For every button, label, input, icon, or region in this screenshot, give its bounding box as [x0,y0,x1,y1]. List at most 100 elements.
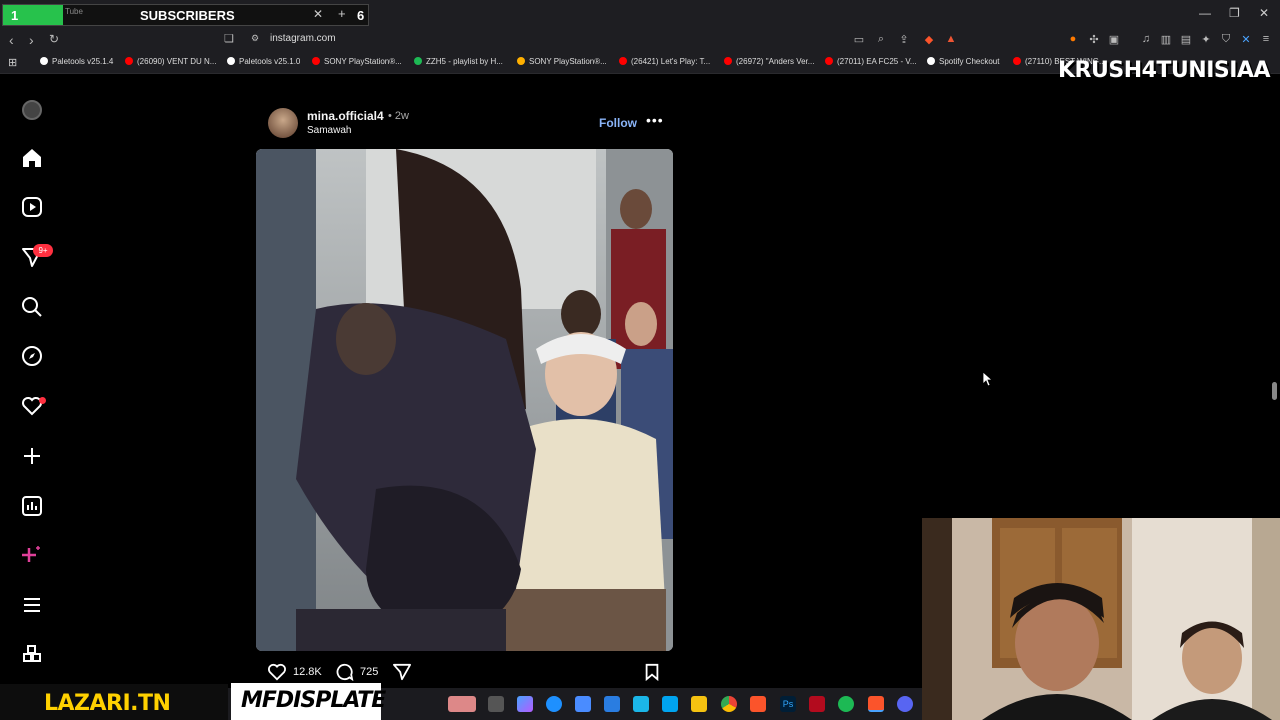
task-view-icon[interactable] [488,696,504,712]
bookmark-item[interactable]: SONY PlayStation®... [517,57,607,66]
bookmark-favicon-icon [227,57,235,65]
close-window-icon[interactable]: ✕ [1259,6,1269,20]
reels-icon[interactable] [20,196,44,220]
also-from-meta-icon[interactable] [20,644,44,668]
messages-badge: 9+ [33,244,53,257]
post-options-button[interactable]: ••• [646,112,664,128]
media-icon[interactable]: ♫ [1139,33,1153,47]
channel-brand-overlay: KRUSH4TUNISIAA [1058,58,1270,83]
bookmark-item[interactable]: (27011) EA FC25 - V... [825,57,917,66]
bookmark-favicon-icon [724,57,732,65]
dashboard-icon[interactable] [20,495,44,519]
extension-icon[interactable]: ● [1066,33,1080,47]
bookmark-label: (26090) VENT DU N... [137,57,217,66]
post-image[interactable] [256,149,673,651]
cast-icon[interactable]: ▭ [852,33,866,47]
explore-icon[interactable] [20,345,44,369]
webcam-overlay [922,518,1280,720]
faded-tab-label: Tube [65,7,83,16]
chrome-icon[interactable] [721,696,737,712]
forward-icon[interactable]: › [29,32,34,48]
adobe-icon[interactable] [809,696,825,712]
menu-icon[interactable]: ≡ [1259,33,1273,47]
tab-close-icon[interactable]: ✕ [313,7,323,21]
vpn-icon[interactable]: ⛉ [1219,33,1233,47]
tab-search-icon[interactable]: ▣ [1107,33,1121,47]
bookmark-label: SONY PlayStation®... [324,57,402,66]
taskbar-widget-icon[interactable] [448,696,476,712]
mouse-cursor-icon [982,371,994,391]
more-menu-icon[interactable] [20,594,44,618]
bookmark-favicon-icon [517,57,525,65]
bookmark-label: (26972) "Anders Ver... [736,57,815,66]
leo-icon[interactable]: ✦ [1199,33,1213,47]
address-bar[interactable]: instagram.com [270,33,336,44]
teams-icon[interactable] [633,696,649,712]
bookmark-label: ZZH5 - playlist by H... [426,57,503,66]
bookmark-page-icon[interactable]: ❏ [224,32,234,45]
lazari-brand-overlay: LAZARI.TN [0,684,228,720]
bookmark-label: Paletools v25.1.0 [239,57,301,66]
brave-rewards-icon[interactable]: ▲ [944,33,958,47]
bookmark-favicon-icon [312,57,320,65]
bookmark-label: SONY PlayStation®... [529,57,607,66]
wallet-icon[interactable]: ▤ [1179,33,1193,47]
file-explorer-icon[interactable] [691,696,707,712]
home-icon[interactable] [20,147,44,171]
site-info-icon[interactable]: ⚙ [251,33,259,44]
bookmark-item[interactable]: Paletools v25.1.4 [40,57,113,66]
back-icon[interactable]: ‹ [9,32,14,48]
bookmark-item[interactable]: (26421) Let's Play: T... [619,57,710,66]
notifications-dot [39,397,46,404]
bookmark-favicon-icon [1013,57,1021,65]
bookmark-favicon-icon [825,57,833,65]
meta-ai-icon[interactable] [20,544,44,568]
bookmark-item[interactable]: SONY PlayStation®... [312,57,402,66]
maximize-icon[interactable]: ❐ [1229,6,1240,20]
follow-button[interactable]: Follow [599,116,637,130]
save-post-icon[interactable] [644,663,660,686]
bookmark-item[interactable]: ZZH5 - playlist by H... [414,57,503,66]
bookmark-item[interactable]: Paletools v25.1.0 [227,57,300,66]
brave-icon[interactable] [750,696,766,712]
share-icon[interactable]: ⇪ [897,33,911,47]
bookmark-favicon-icon [40,57,48,65]
discord-icon[interactable] [897,696,913,712]
apps-grid-icon[interactable]: ⊞ [8,56,17,69]
create-icon[interactable] [20,445,44,469]
copilot-icon[interactable] [517,696,533,712]
photoshop-icon[interactable]: Ps [780,696,796,712]
likes-count[interactable]: 12.8K [293,666,322,678]
app-icon[interactable] [662,696,678,712]
subscriber-counter-overlay: 1 Tube SUBSCRIBERS ✕ + 6 [2,4,369,26]
post-username[interactable]: mina.official4 [307,109,384,123]
subscriber-right-count: 6 [357,8,365,23]
post-author-avatar[interactable] [268,108,298,138]
subscriber-left-count: 1 [3,5,63,25]
reload-icon[interactable]: ↻ [49,32,59,46]
outlook-icon[interactable] [604,696,620,712]
post-timestamp[interactable]: • 2w [388,110,409,122]
store-icon[interactable] [575,696,591,712]
profile-avatar[interactable] [22,100,42,120]
sidebar-icon[interactable]: ▥ [1159,33,1173,47]
spotify-icon[interactable] [838,696,854,712]
bookmark-favicon-icon [414,57,422,65]
bookmark-item[interactable]: (26972) "Anders Ver... [724,57,814,66]
brave-active-icon[interactable] [868,696,884,712]
page-scrollbar-thumb[interactable] [1272,382,1277,400]
edge-icon[interactable] [546,696,562,712]
brave-shields-icon[interactable]: ◆ [922,33,936,47]
search-icon[interactable] [20,296,44,320]
bookmark-item[interactable]: Spotify Checkout [927,57,999,66]
extensions-puzzle-icon[interactable]: ✣ [1087,33,1101,47]
new-tab-icon[interactable]: + [338,6,346,21]
sponsor-overlay: MFDISPLATE [231,683,386,720]
zoom-icon[interactable]: ⌕ [874,33,888,47]
comments-count[interactable]: 725 [360,666,378,678]
share-post-icon[interactable] [392,663,412,686]
bookmark-item[interactable]: (26090) VENT DU N... [125,57,216,66]
profile-extension-icon[interactable]: ✕ [1239,33,1253,47]
minimize-icon[interactable]: — [1199,6,1211,20]
post-location[interactable]: Samawah [307,125,351,136]
